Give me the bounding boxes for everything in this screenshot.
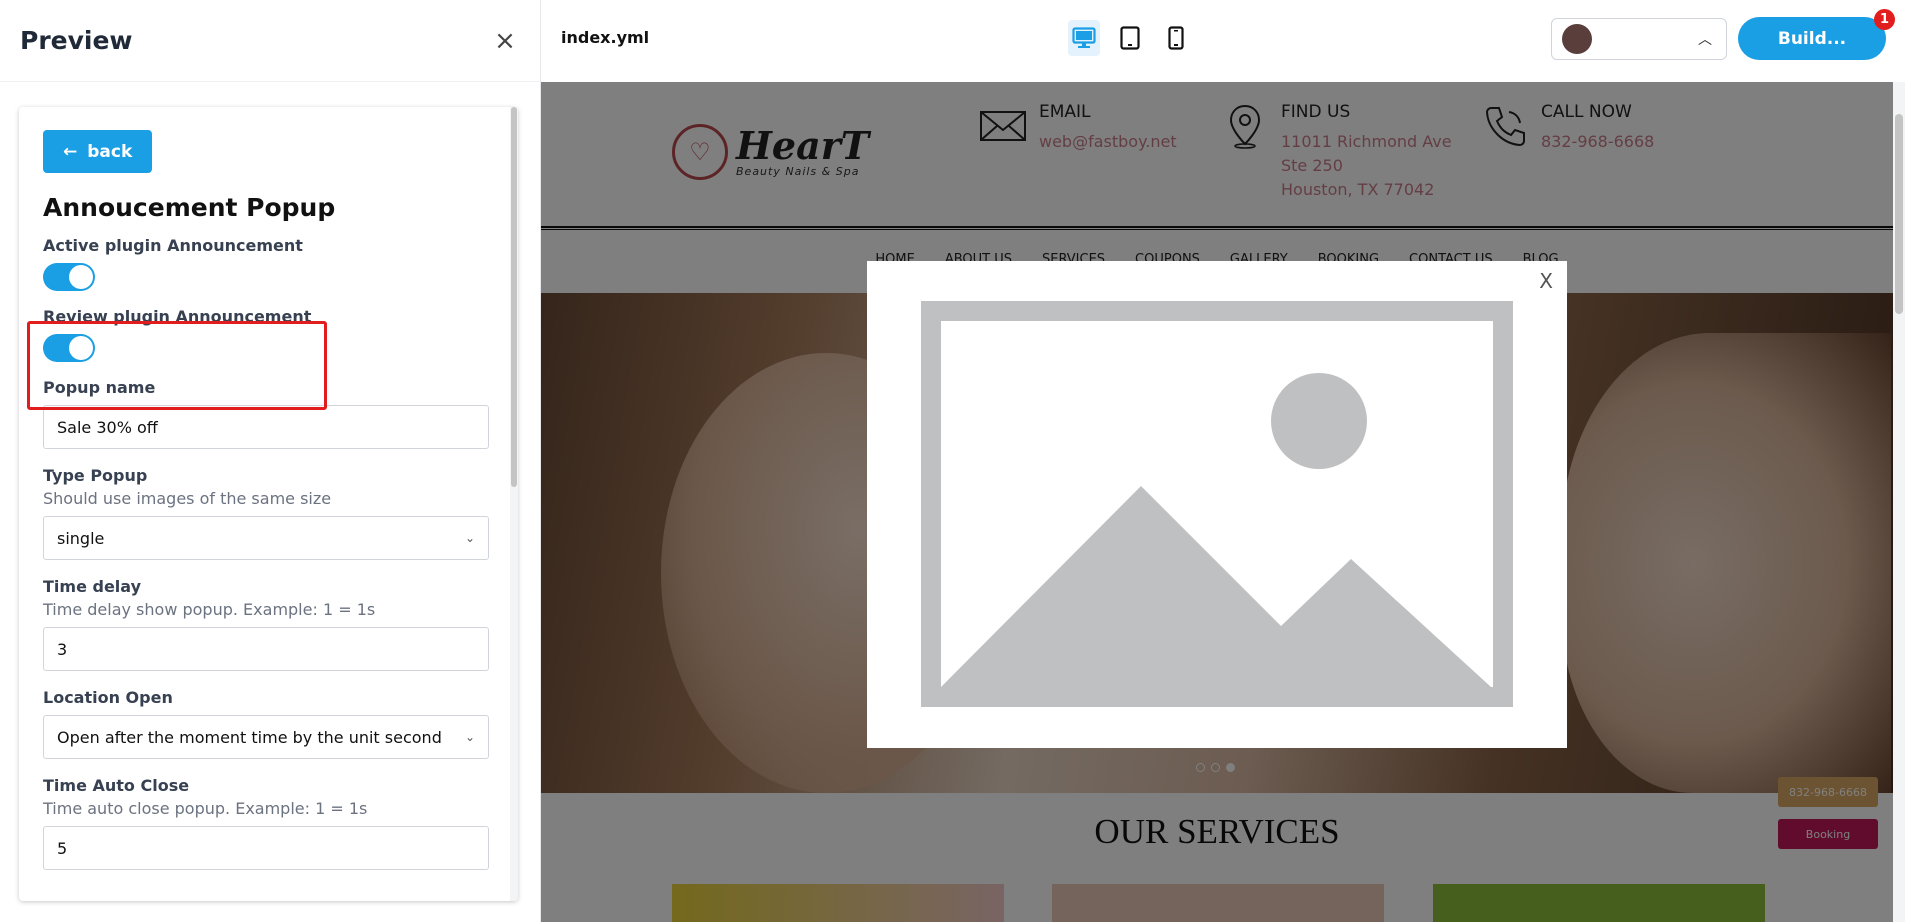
type-popup-select[interactable]: single ⌄ [43, 516, 489, 560]
auto-close-hint: Time auto close popup. Example: 1 = 1s [43, 799, 368, 818]
notification-badge: 1 [1874, 9, 1895, 30]
panel-header: Preview × [0, 0, 540, 82]
popup-close-button[interactable]: X [1539, 269, 1553, 293]
type-popup-value: single [57, 528, 105, 548]
build-button[interactable]: Build... [1738, 17, 1886, 60]
location-open-select[interactable]: Open after the moment time by the unit s… [43, 715, 489, 759]
chevron-down-icon: ⌄ [464, 730, 475, 744]
time-delay-label: Time delay [43, 577, 142, 596]
type-popup-hint: Should use images of the same size [43, 489, 332, 508]
type-popup-label: Type Popup [43, 466, 148, 485]
desktop-icon[interactable] [1068, 20, 1100, 56]
active-plugin-label: Active plugin Announcement [43, 236, 303, 255]
preview-scrollbar[interactable] [1893, 82, 1905, 922]
time-delay-input[interactable]: 3 [43, 627, 489, 671]
location-open-label: Location Open [43, 688, 173, 707]
popup-name-input[interactable]: Sale 30% off [43, 405, 489, 449]
auto-close-input[interactable]: 5 [43, 826, 489, 870]
plugin-settings-card: ← back Annoucement Popup Active plugin A… [19, 107, 518, 901]
mobile-icon[interactable] [1160, 20, 1192, 56]
back-label: back [87, 141, 133, 162]
preview-panel: Preview × ← back Annoucement Popup Activ… [0, 0, 541, 922]
back-button[interactable]: ← back [43, 130, 153, 173]
site-preview: ♡ HearT Beauty Nails & Spa EMAIL web@fas… [541, 82, 1893, 922]
tablet-icon[interactable] [1114, 20, 1146, 56]
announcement-popup: X [867, 261, 1567, 748]
active-plugin-toggle[interactable] [43, 263, 95, 291]
time-delay-hint: Time delay show popup. Example: 1 = 1s [43, 600, 376, 619]
auto-close-value: 5 [57, 838, 68, 858]
location-open-value: Open after the moment time by the unit s… [57, 727, 442, 747]
section-title: Annoucement Popup [43, 193, 336, 222]
file-name: index.yml [561, 28, 650, 47]
chevron-up-icon: ︿ [1698, 32, 1712, 48]
close-icon[interactable]: × [490, 26, 520, 56]
panel-title: Preview [20, 26, 133, 55]
preview-toolbar: index.yml ︿ Build... 1 [541, 0, 1905, 82]
arrow-left-icon: ← [63, 141, 78, 162]
auto-close-label: Time Auto Close [43, 776, 190, 795]
popup-name-value: Sale 30% off [57, 417, 158, 437]
time-delay-value: 3 [57, 639, 68, 659]
chevron-down-icon: ⌄ [464, 531, 475, 545]
highlight-box [27, 321, 327, 410]
device-switcher [1068, 20, 1192, 56]
image-placeholder-icon [921, 301, 1513, 707]
avatar [1562, 24, 1592, 54]
user-select[interactable]: ︿ [1551, 18, 1727, 60]
panel-scrollbar[interactable] [510, 107, 518, 901]
